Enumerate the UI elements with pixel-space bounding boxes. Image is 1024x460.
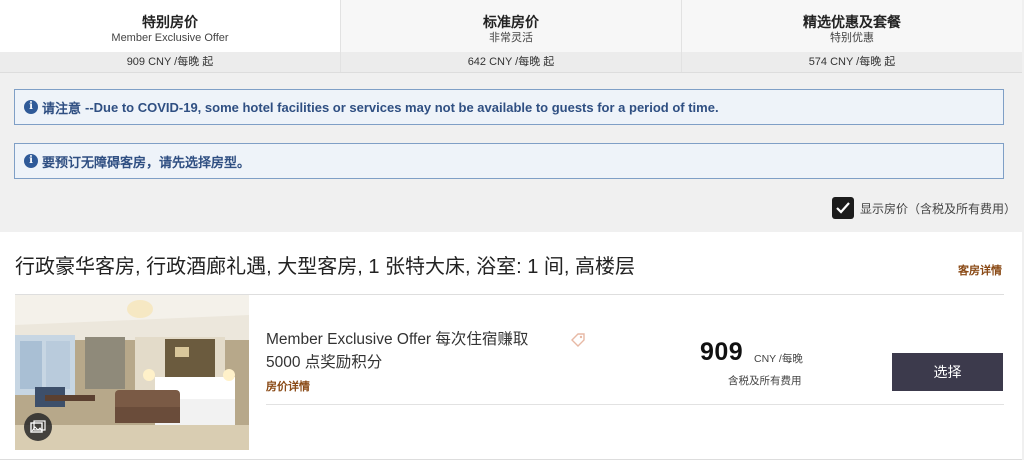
select-button[interactable]: 选择 [892, 353, 1003, 391]
tab-price: 574 CNY /每晚 起 [682, 52, 1022, 72]
notice-text: 要预订无障碍客房，请先选择房型。 [42, 154, 251, 170]
room-title: 行政豪华客房, 行政酒廊礼遇, 大型客房, 1 张特大床, 浴室: 1 间, 高… [15, 256, 636, 278]
tab-standard-rate[interactable]: 标准房价 非常灵活 642 CNY /每晚 起 [341, 0, 682, 72]
tab-title: 精选优惠及套餐 [803, 14, 901, 30]
info-icon: i [24, 154, 38, 168]
show-price-toggle[interactable]: 显示房价（含税及所有费用） [831, 197, 1016, 219]
tag-icon [570, 332, 586, 353]
price-note: 含税及所有费用 [728, 375, 802, 387]
rate-tabs: 特别房价 Member Exclusive Offer 909 CNY /每晚 … [0, 0, 1022, 73]
room-photo[interactable] [15, 295, 249, 450]
rate-details-link[interactable]: 房价详情 [266, 378, 310, 394]
price-amount: 909 [700, 338, 744, 366]
divider [266, 404, 1004, 405]
tab-subtitle: 特别优惠 [830, 32, 874, 44]
accessible-room-notice: i 要预订无障碍客房，请先选择房型。 [14, 143, 1004, 179]
tab-subtitle: Member Exclusive Offer [111, 32, 229, 44]
check-icon[interactable] [831, 197, 854, 219]
info-icon: i [24, 100, 38, 114]
show-price-label: 显示房价（含税及所有费用） [859, 201, 1016, 216]
tab-price: 642 CNY /每晚 起 [341, 52, 681, 72]
notice-label: 请注意 [42, 100, 82, 116]
gallery-icon[interactable] [24, 413, 52, 441]
tab-special-offers[interactable]: 精选优惠及套餐 特别优惠 574 CNY /每晚 起 [682, 0, 1022, 72]
offer-name: Member Exclusive Offer 每次住宿赚取 5000 点奖励积分 [266, 331, 529, 371]
tab-title: 特别房价 [142, 14, 198, 30]
room-card: 行政豪华客房, 行政酒廊礼遇, 大型客房, 1 张特大床, 浴室: 1 间, 高… [0, 232, 1022, 460]
price-unit: CNY /每晚 [754, 353, 803, 365]
tab-price: 909 CNY /每晚 起 [0, 52, 340, 72]
tab-member-exclusive[interactable]: 特别房价 Member Exclusive Offer 909 CNY /每晚 … [0, 0, 341, 72]
covid-notice: i 请注意 --Due to COVID-19, some hotel faci… [14, 89, 1004, 125]
room-details-link[interactable]: 客房详情 [958, 262, 1002, 278]
tab-subtitle: 非常灵活 [489, 32, 533, 44]
tab-title: 标准房价 [483, 14, 539, 30]
notice-text: --Due to COVID-19, some hotel facilities… [85, 99, 719, 115]
